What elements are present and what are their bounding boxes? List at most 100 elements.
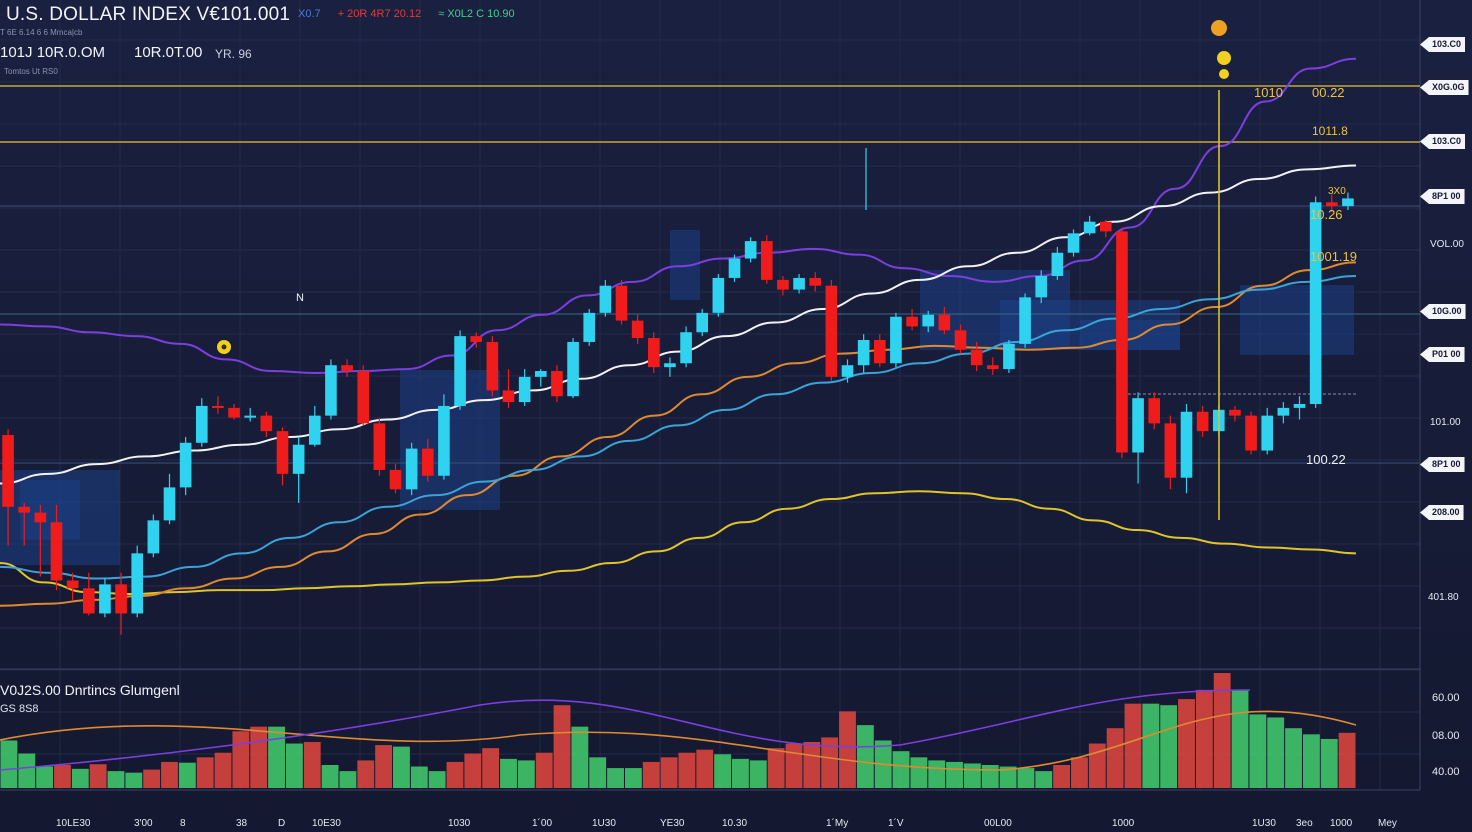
price-axis-label: 8P1 00 xyxy=(1420,457,1465,472)
volume-bar xyxy=(892,751,910,788)
candle-body xyxy=(744,241,757,259)
volume-bar xyxy=(178,762,196,788)
candle-body xyxy=(631,320,644,339)
volume-bar xyxy=(839,711,856,788)
price-line-label: 3X0 xyxy=(1328,186,1346,197)
volume-bar xyxy=(624,768,642,788)
header-tiny-text: T 6E 6.14 6 6 Mmca|cb xyxy=(0,28,83,37)
candle-body xyxy=(1325,202,1338,207)
candle-body xyxy=(1293,404,1306,408)
volume-bar xyxy=(1285,728,1302,788)
volume-bar xyxy=(196,757,214,788)
candle-body xyxy=(1342,198,1354,207)
candle-body xyxy=(1309,202,1322,404)
candle-body xyxy=(906,316,918,327)
volume-bar xyxy=(1160,705,1178,788)
candle-body xyxy=(1067,233,1080,253)
candle-body xyxy=(244,415,257,418)
volume-bar xyxy=(856,725,874,788)
volume-bar xyxy=(250,726,268,788)
marker-dot xyxy=(1217,51,1231,65)
price-axis-label: 401.80 xyxy=(1428,592,1459,603)
price-axis-label: 103.C0 xyxy=(1420,37,1466,52)
volume-bar xyxy=(393,746,410,788)
x-axis-label: 10LE30 xyxy=(56,818,91,829)
price-line-label: 1011.8 xyxy=(1312,124,1348,138)
candle-body xyxy=(825,285,838,377)
x-axis-label: YE30 xyxy=(660,818,685,829)
volume-bar xyxy=(607,768,624,788)
candle-body xyxy=(1245,415,1257,451)
candle-body xyxy=(1116,231,1128,453)
candle-body xyxy=(195,405,208,443)
stat-red: + 20R 4R7 20.12 xyxy=(337,8,422,20)
candle-body xyxy=(341,365,353,372)
candle-body xyxy=(518,376,531,403)
marker-dot xyxy=(1211,20,1227,36)
volume-bar xyxy=(946,761,963,788)
candle-body xyxy=(163,487,176,521)
volume-bar xyxy=(321,765,339,788)
x-axis-label: 1000 xyxy=(1112,818,1135,829)
candle-body xyxy=(1180,411,1193,478)
candle-body xyxy=(1261,415,1274,451)
shade-box xyxy=(1240,285,1354,355)
volume-bar xyxy=(1195,689,1213,788)
candle-body xyxy=(308,415,321,445)
candle-body xyxy=(567,341,579,397)
volume-bar xyxy=(428,771,446,788)
price-axis-label: VOL.00 xyxy=(1430,239,1464,250)
volume-bar xyxy=(214,752,232,788)
volume-bar xyxy=(749,760,767,788)
candle-body xyxy=(34,512,47,523)
volume-bar xyxy=(54,765,71,788)
volume-bar xyxy=(1231,689,1249,788)
candle-body xyxy=(292,444,305,474)
price-line-label: 00.22 xyxy=(1312,85,1345,100)
candle-body xyxy=(212,405,224,408)
volume-bar xyxy=(375,745,393,788)
candle-body xyxy=(760,241,773,280)
header-price-a: 101J 10R.0.OM xyxy=(0,44,106,61)
x-axis-label: Mey xyxy=(1378,818,1397,829)
candle-body xyxy=(728,258,741,278)
volume-bar xyxy=(767,748,785,788)
price-line-label: 100.22 xyxy=(1306,452,1346,467)
candle-body xyxy=(438,405,450,476)
candle-body xyxy=(1132,398,1144,453)
volume-bar xyxy=(339,771,357,788)
candle-body xyxy=(857,340,870,366)
candle-body xyxy=(131,553,144,614)
volume-bar xyxy=(1071,757,1088,788)
volume-bar xyxy=(1338,732,1356,788)
volume-bar xyxy=(446,761,464,788)
candle-body xyxy=(1229,409,1241,416)
volume-bar xyxy=(482,748,500,788)
candle-body xyxy=(873,340,886,364)
x-axis-label: 3'00 xyxy=(134,818,153,829)
header-price-c: YR. 96 xyxy=(215,47,252,61)
candle-body xyxy=(599,285,612,313)
volume-bar xyxy=(1017,768,1035,788)
candle-body xyxy=(357,371,370,424)
volume-bar xyxy=(0,740,18,788)
volume-bar xyxy=(732,758,749,788)
candle-body xyxy=(1051,252,1064,276)
volume-axis-label: 40.00 xyxy=(1432,766,1460,778)
volume-bar xyxy=(36,766,54,788)
candle-body xyxy=(970,349,983,366)
x-axis-label: 1U30 xyxy=(1252,818,1276,829)
volume-bar xyxy=(553,705,571,788)
volume-bar xyxy=(89,764,107,788)
price-axis-label: 10G.00 xyxy=(1420,304,1466,319)
x-axis-label: 1000 xyxy=(1330,818,1353,829)
volume-bar xyxy=(589,757,607,788)
volume-bar xyxy=(963,763,981,788)
chart-title: U.S. DOLLAR INDEX V€101.001 xyxy=(6,4,291,25)
candle-body xyxy=(841,365,854,377)
candle-body xyxy=(454,336,466,406)
price-axis-label: X0G.0G xyxy=(1420,80,1469,95)
candle-body xyxy=(260,415,273,432)
volume-bar xyxy=(1249,714,1267,788)
candle-body xyxy=(1164,423,1177,478)
